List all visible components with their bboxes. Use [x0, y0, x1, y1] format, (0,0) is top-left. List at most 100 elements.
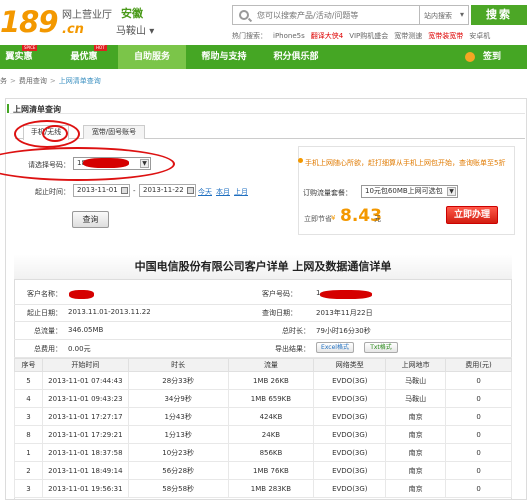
hot-searches: 热门搜索： iPhone5s 翻译大侠4 VIP购机盛会 宽带测速 宽带装宽带 安卓机 [232, 31, 496, 41]
nav-item-label: 积分俱乐部 [273, 52, 319, 62]
hot-search-item[interactable]: VIP购机盛会 [349, 32, 388, 40]
export-txt-button[interactable]: Txt格式 [364, 342, 398, 353]
nav-item-points-club[interactable]: 积分俱乐部 [266, 45, 326, 69]
col-header: 时长 [127, 358, 229, 372]
cell: EVDO(3G) [313, 425, 387, 444]
usage-table: 序号 开始时间 时长 流量 网络类型 上网地市 费用(元) 5 2013-11-0… [14, 358, 512, 498]
nav-item-help[interactable]: 帮助与支持 [195, 45, 253, 69]
table-row: 3 2013-11-01 19:56:31 58分58秒 1MB 283KB EVDO(… [14, 479, 512, 498]
date-end-value: 2013-11-22 [143, 186, 184, 194]
hot-search-item[interactable]: 翻译大侠4 [311, 32, 343, 40]
signin-link[interactable]: 签到 [480, 45, 504, 69]
hot-search-item[interactable]: 安卓机 [469, 32, 490, 40]
province-selector[interactable]: 安徽 [121, 5, 143, 21]
search-button[interactable]: 搜索 [471, 5, 527, 25]
city-selector[interactable]: 马鞍山 ▾ [116, 22, 154, 37]
search-scope-select[interactable]: 站内搜索 [420, 5, 469, 25]
tab-broadband[interactable]: 宽带/固号账号 [83, 125, 145, 139]
cell: EVDO(3G) [313, 479, 387, 498]
query-button[interactable]: 查询 [72, 211, 109, 228]
time-label: 起止时间： [35, 188, 70, 196]
signin-icon[interactable] [465, 52, 475, 62]
table-row: 2 2013-11-01 18:49:14 56分28秒 1MB 76KB EVDO(3… [14, 461, 512, 480]
cell: 1MB 659KB [227, 389, 315, 408]
breadcrumb-current: 上网清单查询 [58, 77, 101, 85]
cell: 0 [445, 425, 512, 444]
cell: 马鞍山 [385, 371, 447, 390]
cell: 南京 [385, 443, 447, 462]
chevron-down-icon: ▾ [149, 26, 155, 37]
search-field[interactable] [232, 5, 420, 25]
redaction-mark [69, 290, 94, 299]
nav-item-label: 帮助与支持 [201, 52, 247, 62]
quick-last-month-link[interactable]: 上月 [234, 187, 248, 197]
date-start-input[interactable]: 2013-11-01 [73, 184, 130, 197]
export-excel-button[interactable]: Excel格式 [316, 342, 354, 353]
cell: 424KB [227, 407, 315, 426]
cell: 0 [445, 443, 512, 462]
query-date-value: 2013年11月22日 [316, 309, 373, 317]
date-separator: - [133, 187, 136, 195]
col-header: 费用(元) [445, 358, 512, 372]
cell: 南京 [385, 425, 447, 444]
total-flow-label: 总流量： [34, 327, 62, 335]
row-divider [14, 321, 512, 322]
divider [10, 113, 525, 114]
city-label: 马鞍山 [116, 26, 146, 37]
table-row: 5 2013-11-01 07:44:43 28分33秒 1MB 26KB EVDO(3… [14, 371, 512, 390]
cell: 28分33秒 [127, 371, 229, 390]
hot-search-item[interactable]: 宽带装宽带 [428, 32, 463, 40]
quick-today-link[interactable]: 今天 [198, 187, 212, 197]
calendar-icon[interactable] [187, 187, 194, 194]
total-duration-value: 79小时16分30秒 [316, 327, 371, 335]
search-input[interactable] [257, 8, 417, 22]
order-now-button[interactable]: 立即办理 [446, 206, 498, 224]
date-range-value: 2013.11.01-2013.11.22 [68, 308, 151, 316]
cell: 2013-11-01 17:29:21 [41, 425, 129, 444]
save-label: 立即节省 [304, 215, 332, 223]
cell: 2013-11-01 19:56:31 [41, 479, 129, 498]
cell: 2013-11-01 18:49:14 [41, 461, 129, 480]
date-range-label: 起止日期： [27, 309, 62, 317]
breadcrumb: 务 > 费用查询 > 上网清单查询 [0, 76, 101, 86]
hot-search-item[interactable]: 宽带测速 [394, 32, 422, 40]
logo-189[interactable]: 189 [0, 5, 59, 39]
breadcrumb-item[interactable]: 务 [0, 77, 7, 85]
total-duration-label: 总时长： [282, 327, 310, 335]
cell: 34分9秒 [127, 389, 229, 408]
cell: 1 [14, 443, 43, 462]
total-flow-value: 346.05MB [68, 326, 104, 334]
cell: 马鞍山 [385, 389, 447, 408]
nav-item-label: 自助服务 [133, 52, 170, 62]
annotation-circle-inner [42, 125, 68, 142]
nav-item-self-service[interactable]: 自助服务 [118, 45, 186, 69]
redaction-mark [320, 290, 372, 299]
table-row: 8 2013-11-01 17:29:21 1分13秒 24KB EVDO(3G) 南京 0 [14, 425, 512, 444]
plan-select[interactable]: 10元包60MB上网可选包 ▼ [361, 185, 458, 198]
calendar-icon[interactable] [121, 187, 128, 194]
customer-name-label: 客户名称： [27, 290, 62, 298]
promo-plan-label: 订购流量套餐： [303, 189, 352, 197]
col-header: 流量 [227, 358, 315, 372]
cell: 5 [14, 371, 43, 390]
cell: 2013-11-01 17:27:17 [41, 407, 129, 426]
cell: 1MB 283KB [227, 479, 315, 498]
cell: 10分23秒 [127, 443, 229, 462]
breadcrumb-item[interactable]: 费用查询 [19, 77, 47, 85]
cell: 2 [14, 461, 43, 480]
col-header: 网络类型 [313, 358, 387, 372]
hot-search-item[interactable]: iPhone5s [273, 32, 305, 40]
quick-this-month-link[interactable]: 本月 [216, 187, 230, 197]
site-header: 189 网上营业厅 .cn 安徽 马鞍山 ▾ 站内搜索 搜索 热门搜索： iPho… [0, 0, 527, 42]
cell: 0 [445, 389, 512, 408]
total-fee-label: 总费用： [34, 345, 62, 353]
row-divider [14, 339, 512, 340]
promo-text[interactable]: 手机上网随心所欲，赶打细算从手机上网包开始，查询账单至5折 [305, 158, 513, 168]
table-row: 4 2013-11-01 09:43:23 34分9秒 1MB 659KB EVDO(3… [14, 389, 512, 408]
hall-name: 网上营业厅 [62, 10, 112, 21]
title-mark [7, 104, 9, 113]
logo-domain[interactable]: .cn [62, 22, 84, 37]
cell: 0 [445, 461, 512, 480]
date-end-input[interactable]: 2013-11-22 [139, 184, 196, 197]
bill-title: 中国电信股份有限公司客户详单 上网及数据通信详单 [14, 254, 512, 280]
